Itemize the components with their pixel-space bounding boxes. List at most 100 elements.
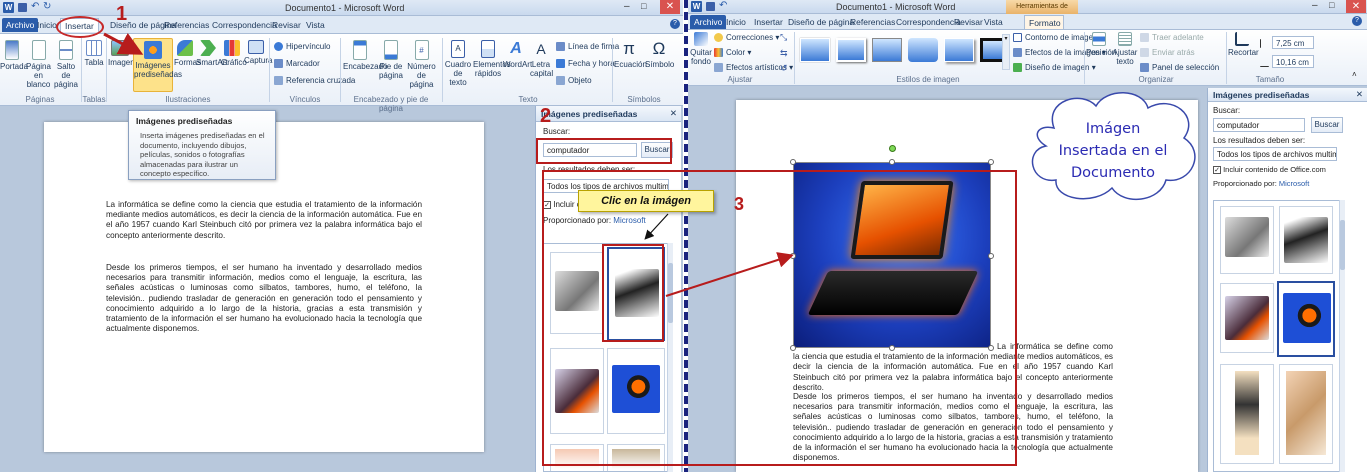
posicion-button[interactable]: Posición	[1086, 32, 1116, 57]
include-office-checkbox-right[interactable]: ✓ Incluir contenido de Office.com	[1213, 165, 1326, 174]
pie-de-pagina-button[interactable]: Pie de página	[378, 40, 404, 80]
tab-inicio[interactable]: Inicio	[722, 15, 750, 29]
clipart-thumb-laptop-purple[interactable]	[550, 348, 604, 434]
elementos-rapidos-button[interactable]: Elementos rápidos	[473, 40, 511, 78]
compress-icon[interactable]: ⤡	[780, 32, 787, 43]
letra-capital-button[interactable]: A Letra capital	[530, 40, 553, 78]
clipart-thumb-hands-keyboard[interactable]	[550, 252, 604, 334]
correcciones-button[interactable]: Correcciones ▾	[714, 33, 779, 43]
clipart-thumb-hands-keyboard[interactable]	[1220, 206, 1274, 274]
undo-icon[interactable]: ↶	[719, 0, 727, 11]
clipart-thumb-laptop-purple[interactable]	[1220, 283, 1274, 353]
quitar-fondo-button[interactable]: Quitar fondo	[690, 32, 712, 66]
style-thumb-5[interactable]	[944, 38, 974, 62]
wordart-button[interactable]: A WordArt	[503, 40, 532, 69]
results-select-right[interactable]: Todos los tipos de archivos multimedia	[1213, 147, 1337, 161]
tab-vista[interactable]: Vista	[980, 15, 1007, 29]
style-thumb-1[interactable]	[800, 38, 830, 62]
pane-scrollbar-right[interactable]	[1339, 200, 1345, 472]
rotate-handle-icon[interactable]	[889, 145, 896, 152]
portada-button[interactable]: Portada	[0, 40, 28, 71]
search-input-right[interactable]: computador	[1213, 118, 1305, 132]
minimize-icon[interactable]: –	[1312, 0, 1318, 11]
imagen-button[interactable]: Imagen	[108, 40, 135, 67]
search-button[interactable]: Buscar	[641, 142, 673, 158]
grafico-button[interactable]: Gráfico	[221, 40, 247, 67]
document-page-right[interactable]: La informática se define como la ciencia…	[736, 100, 1198, 472]
maximize-icon[interactable]: □	[1329, 0, 1334, 10]
help-icon[interactable]: ?	[670, 19, 680, 29]
referencia-cruzada-button[interactable]: Referencia cruzada	[274, 76, 355, 86]
change-picture-icon[interactable]: ⇆	[780, 48, 788, 59]
simbolo-button[interactable]: Ω Símbolo	[645, 40, 674, 70]
width-field[interactable]: 10,16 cm	[1260, 55, 1314, 68]
imagenes-prediseñadas-button[interactable]: Imágenes prediseñadas	[133, 38, 182, 92]
clipart-thumb-laptop-bw[interactable]	[607, 247, 665, 341]
encabezado-button[interactable]: Encabezado	[343, 40, 387, 71]
redo-icon[interactable]: ↻	[43, 1, 51, 12]
linea-de-firma-button[interactable]: Línea de firma	[556, 42, 619, 52]
close-icon[interactable]: ✕	[1346, 0, 1366, 13]
save-icon[interactable]	[18, 3, 27, 12]
tab-archivo[interactable]: Archivo	[690, 15, 727, 29]
inserted-picture[interactable]	[790, 145, 994, 351]
objeto-button[interactable]: Objeto	[556, 76, 592, 86]
reset-picture-icon[interactable]: ↺	[780, 63, 788, 74]
clipart-thumb-hand-paper[interactable]	[1279, 364, 1333, 464]
maximize-icon[interactable]: □	[641, 1, 646, 11]
clipart-thumb-laptop-bw[interactable]	[1279, 206, 1333, 274]
picture-styles-gallery[interactable]	[798, 34, 1008, 70]
salto-de-pagina-button[interactable]: Salto de página	[53, 40, 79, 89]
tab-insertar[interactable]: Insertar	[60, 18, 99, 32]
tab-revisar[interactable]: Revisar	[268, 18, 305, 32]
traer-adelante-button[interactable]: Traer adelante	[1140, 33, 1204, 43]
style-thumb-2[interactable]	[836, 38, 866, 62]
style-thumb-4[interactable]	[908, 38, 938, 62]
minimize-icon[interactable]: –	[624, 1, 630, 12]
tab-formato[interactable]: Formato	[1024, 15, 1064, 29]
panel-de-seleccion-button[interactable]: Panel de selección	[1140, 63, 1219, 73]
shapes-icon	[177, 40, 193, 56]
undo-icon[interactable]: ↶	[31, 1, 39, 12]
tab-vista[interactable]: Vista	[302, 18, 329, 32]
cuadro-de-texto-button[interactable]: A Cuadro de texto	[444, 40, 472, 87]
clipart-thumb-partial-2[interactable]	[607, 444, 665, 471]
captura-button[interactable]: Captura	[244, 40, 272, 65]
provider-link[interactable]: Microsoft	[613, 216, 645, 225]
tab-inicio[interactable]: Inicio	[33, 18, 61, 32]
fecha-y-hora-button[interactable]: Fecha y hora	[556, 59, 615, 69]
pane-scrollbar[interactable]	[667, 243, 673, 472]
gallery-scroll[interactable]: ▾	[1002, 34, 1010, 70]
clipart-thumb-person-ladder[interactable]	[1220, 364, 1274, 464]
hipervinculo-button[interactable]: Hipervínculo	[274, 42, 330, 52]
results-select[interactable]: Todos los tipos de archivos multimedia	[543, 179, 669, 193]
provider-link[interactable]: Microsoft	[1279, 179, 1309, 188]
pane-close-icon[interactable]: ✕	[670, 108, 677, 119]
pagina-en-blanco-button[interactable]: Página en blanco	[25, 40, 52, 89]
marcador-button[interactable]: Marcador	[274, 59, 320, 69]
help-icon[interactable]: ?	[1352, 16, 1362, 26]
enviar-atras-button[interactable]: Enviar atrás	[1140, 48, 1195, 58]
height-field[interactable]: 7,25 cm	[1260, 36, 1314, 49]
clipart-thumb-laptop-blue[interactable]	[607, 348, 665, 434]
ajustar-texto-button[interactable]: Ajustar texto	[1112, 32, 1138, 66]
color-button[interactable]: Color ▾	[714, 48, 751, 58]
clipart-thumb-laptop-blue[interactable]	[1277, 281, 1335, 357]
ecuacion-button[interactable]: π Ecuación	[614, 40, 647, 70]
close-icon[interactable]: ✕	[660, 0, 680, 14]
search-button-right[interactable]: Buscar	[1311, 117, 1343, 133]
tabla-button[interactable]: Tabla	[84, 40, 104, 67]
numero-de-pagina-button[interactable]: # Número de página	[405, 40, 438, 89]
collapse-ribbon-icon[interactable]: ˄	[1352, 70, 1357, 79]
formas-button[interactable]: Formas	[174, 40, 201, 67]
style-thumb-3[interactable]	[872, 38, 902, 62]
search-input[interactable]: computador	[543, 143, 637, 157]
recortar-button[interactable]: Recortar	[1228, 32, 1259, 57]
save-icon[interactable]	[706, 2, 715, 11]
pane-close-icon[interactable]: ✕	[1356, 89, 1363, 100]
smartart-button[interactable]: SmartArt	[196, 40, 228, 67]
include-office-checkbox[interactable]: ✓ Incluir contenido de Office.com	[543, 200, 663, 209]
clipart-thumb-partial-1[interactable]	[550, 444, 604, 471]
tab-referencias[interactable]: Referencias	[160, 18, 213, 32]
tab-insertar[interactable]: Insertar	[750, 15, 787, 29]
